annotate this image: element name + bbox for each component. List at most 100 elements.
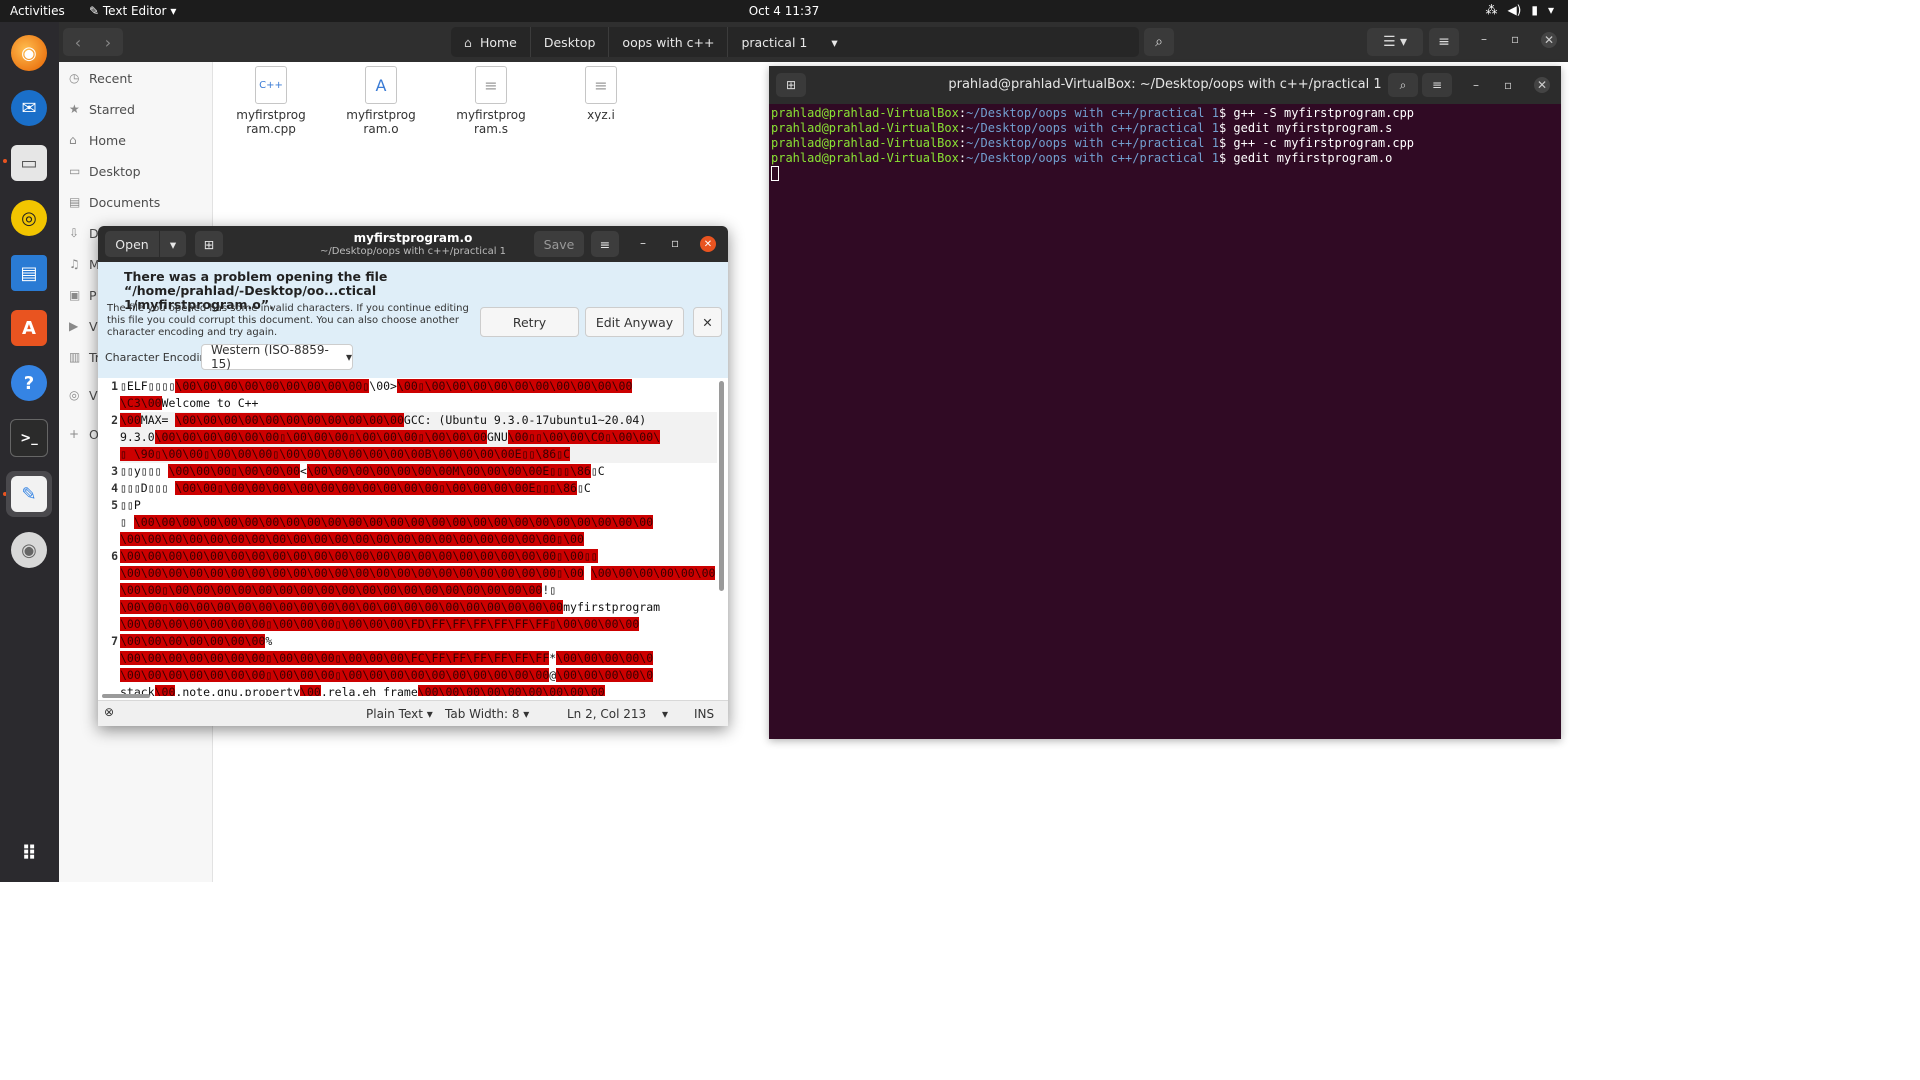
- file-item[interactable]: ≡ xyz.i: [556, 66, 646, 122]
- battery-icon[interactable]: ▮: [1531, 3, 1538, 17]
- sidebar-item-other-locations[interactable]: + O: [69, 422, 99, 446]
- terminal-window[interactable]: ⊞ prahlad@prahlad-VirtualBox: ~/Desktop/…: [769, 66, 1561, 739]
- code-line[interactable]: ▯ELF▯▯▯▯\00\00\00\00\00\00\00\00\00▯\00>…: [120, 378, 717, 395]
- code-line[interactable]: \00\00\00\00\00\00\00%: [120, 633, 717, 650]
- terminal-cursor-line: [771, 166, 1414, 181]
- horizontal-scrollbar[interactable]: [102, 694, 150, 698]
- thunderbird-launcher[interactable]: ✉: [6, 85, 52, 131]
- maximize-button[interactable]: ▫: [1511, 32, 1519, 46]
- forward-button[interactable]: ›: [93, 28, 123, 56]
- chevron-down-icon[interactable]: ▾: [662, 707, 668, 721]
- encoding-select[interactable]: Western (ISO-8859-15) ▾: [201, 343, 353, 371]
- firefox-launcher[interactable]: ◉: [6, 30, 52, 76]
- menu-button[interactable]: ≡: [591, 231, 619, 257]
- insert-mode[interactable]: INS: [694, 707, 714, 721]
- code-line[interactable]: ▯▯▯D▯▯▯ \00\00▯\00\00\00\\00\00\00\00\00…: [120, 480, 717, 497]
- app-menu[interactable]: ✎ Text Editor ▾: [89, 4, 176, 18]
- retry-button[interactable]: Retry: [480, 307, 579, 337]
- activities-button[interactable]: Activities: [10, 4, 65, 18]
- volume-icon[interactable]: ◀): [1507, 3, 1521, 17]
- show-applications-button[interactable]: ⠿: [6, 830, 52, 876]
- sidebar-item-documents[interactable]: ▤ Documents: [69, 190, 160, 214]
- clock[interactable]: Oct 4 11:37: [749, 4, 820, 18]
- sidebar-item-trash[interactable]: ▥ Tr: [69, 345, 100, 369]
- code-line[interactable]: \00\00▯\00\00\00\00\00\00\00\00\00\00\00…: [120, 582, 717, 599]
- minimize-button[interactable]: –: [1481, 32, 1487, 46]
- minimize-button[interactable]: –: [640, 236, 646, 250]
- code-line[interactable]: ▯ \00\00\00\00\00\00\00\00\00\00\00\00\0…: [120, 514, 717, 531]
- sidebar-item-desktop[interactable]: ▭ Desktop: [69, 159, 141, 183]
- close-button[interactable]: ✕: [700, 236, 716, 252]
- editor-statusbar: ⊗ Plain Text ▾ Tab Width: 8 ▾ Ln 2, Col …: [98, 700, 728, 726]
- sidebar-item-vbox[interactable]: ◎ V: [69, 383, 98, 407]
- breadcrumb-home[interactable]: ⌂ Home: [451, 27, 531, 57]
- chevron-down-icon[interactable]: ▾: [831, 35, 837, 50]
- file-item[interactable]: C++ myfirstprog ram.cpp: [226, 66, 316, 136]
- sidebar-item-downloads[interactable]: ⇩ D: [69, 221, 99, 245]
- code-line[interactable]: ▯▯P: [120, 497, 717, 514]
- code-line[interactable]: \00\00\00\00\00\00\00▯\00\00\00▯\00\00\0…: [120, 667, 717, 684]
- writer-launcher[interactable]: ▤: [6, 250, 52, 296]
- open-button[interactable]: Open: [105, 231, 159, 257]
- cancel-icon[interactable]: ⊗: [104, 705, 114, 719]
- code-line[interactable]: \00MAX= \00\00\00\00\00\00\00\00\00\00\0…: [120, 412, 717, 429]
- edit-anyway-button[interactable]: Edit Anyway: [585, 307, 684, 337]
- breadcrumb-oops[interactable]: oops with c++: [609, 27, 729, 57]
- cursor-position[interactable]: Ln 2, Col 213: [567, 707, 646, 721]
- code-line[interactable]: \00\00▯\00\00\00\00\00\00\00\00\00\00\00…: [120, 599, 717, 616]
- code-line[interactable]: ▯ \90▯\00\00▯\00\00\00▯\00\00\00\00\00\0…: [120, 446, 717, 463]
- power-menu-icon[interactable]: ▾: [1548, 3, 1554, 17]
- files-launcher[interactable]: ▭: [6, 140, 52, 186]
- breadcrumb-desktop[interactable]: Desktop: [531, 27, 610, 57]
- editor-text-area[interactable]: 1 ▯ELF▯▯▯▯\00\00\00\00\00\00\00\00\00▯\00…: [98, 378, 728, 696]
- system-tray[interactable]: ⁂ ◀) ▮ ▾: [1485, 3, 1554, 17]
- language-selector[interactable]: Plain Text ▾: [366, 707, 433, 721]
- terminal-output[interactable]: prahlad@prahlad-VirtualBox:~/Desktop/oop…: [771, 106, 1414, 181]
- save-button[interactable]: Save: [534, 231, 584, 257]
- file-item[interactable]: A myfirstprog ram.o: [336, 66, 426, 136]
- sidebar-item-videos[interactable]: ▶ V: [69, 314, 98, 338]
- code-line[interactable]: \00\00\00\00\00\00\00▯\00\00\00▯\00\00\0…: [120, 650, 717, 667]
- terminal-launcher[interactable]: >_: [6, 415, 52, 461]
- dvd-launcher[interactable]: ◉: [6, 527, 52, 573]
- menu-button[interactable]: ≡: [1429, 28, 1459, 56]
- maximize-button[interactable]: ▫: [671, 236, 679, 250]
- new-tab-button[interactable]: ⊞: [195, 231, 223, 257]
- minimize-button[interactable]: –: [1473, 78, 1479, 92]
- search-button[interactable]: ⌕: [1388, 73, 1418, 97]
- code-line[interactable]: stack\00.note.gnu.property\00.rela.eh_fr…: [120, 684, 717, 696]
- code-line[interactable]: ▯▯y▯▯▯ \00\00\00▯\00\00\00<\00\00\00\00\…: [120, 463, 717, 480]
- rhythmbox-launcher[interactable]: ◎: [6, 195, 52, 241]
- code-line[interactable]: 9.3.0\00\00\00\00\00\00▯\00\00\00▯\00\00…: [120, 429, 717, 446]
- code-line[interactable]: \00\00\00\00\00\00\00\00\00\00\00\00\00\…: [120, 531, 717, 548]
- ubuntu-software-launcher[interactable]: A: [6, 305, 52, 351]
- close-button[interactable]: ✕: [1534, 77, 1550, 93]
- maximize-button[interactable]: ▫: [1504, 78, 1512, 92]
- help-launcher[interactable]: ?: [6, 360, 52, 406]
- invalid-bytes: \00\00\00\00\00\00\00\00\00\00: [424, 379, 633, 393]
- network-icon[interactable]: ⁂: [1485, 3, 1497, 17]
- view-toggle-button[interactable]: ☰ ▾: [1367, 28, 1423, 56]
- code-line[interactable]: \00\00\00\00\00\00\00\00\00\00\00\00\00\…: [120, 548, 717, 565]
- sidebar-item-home[interactable]: ⌂ Home: [69, 128, 126, 152]
- code-line[interactable]: \C3\00Welcome to C++: [120, 395, 717, 412]
- dismiss-infobar-button[interactable]: ✕: [693, 307, 722, 337]
- sidebar-item-recent[interactable]: ◷ Recent: [69, 66, 132, 90]
- code-line[interactable]: \00\00\00\00\00\00\00\00\00\00\00\00\00\…: [120, 565, 717, 582]
- sidebar-item-music[interactable]: ♫ M: [69, 252, 100, 276]
- close-button[interactable]: ✕: [1541, 32, 1557, 48]
- sidebar-item-pictures[interactable]: ▣ P: [69, 283, 97, 307]
- sidebar-item-starred[interactable]: ★ Starred: [69, 97, 135, 121]
- invalid-bytes: \00\00\00\00\00\00\00▯\00\00\00▯\00\00\0…: [120, 651, 550, 665]
- code-line[interactable]: \00\00\00\00\00\00\00▯\00\00\00▯\00\00\0…: [120, 616, 717, 633]
- text-editor-window[interactable]: Open ▾ ⊞ myfirstprogram.o ~/Desktop/oops…: [98, 226, 728, 726]
- breadcrumb-practical1[interactable]: practical 1 ▾: [728, 27, 850, 57]
- tab-width-selector[interactable]: Tab Width: 8 ▾: [445, 707, 529, 721]
- file-item[interactable]: ≡ myfirstprog ram.s: [446, 66, 536, 136]
- search-button[interactable]: ⌕: [1144, 28, 1174, 56]
- back-button[interactable]: ‹: [63, 28, 93, 56]
- text-editor-launcher[interactable]: ✎: [6, 471, 52, 517]
- menu-button[interactable]: ≡: [1422, 73, 1452, 97]
- open-dropdown-button[interactable]: ▾: [160, 231, 186, 257]
- vertical-scrollbar[interactable]: [719, 381, 724, 591]
